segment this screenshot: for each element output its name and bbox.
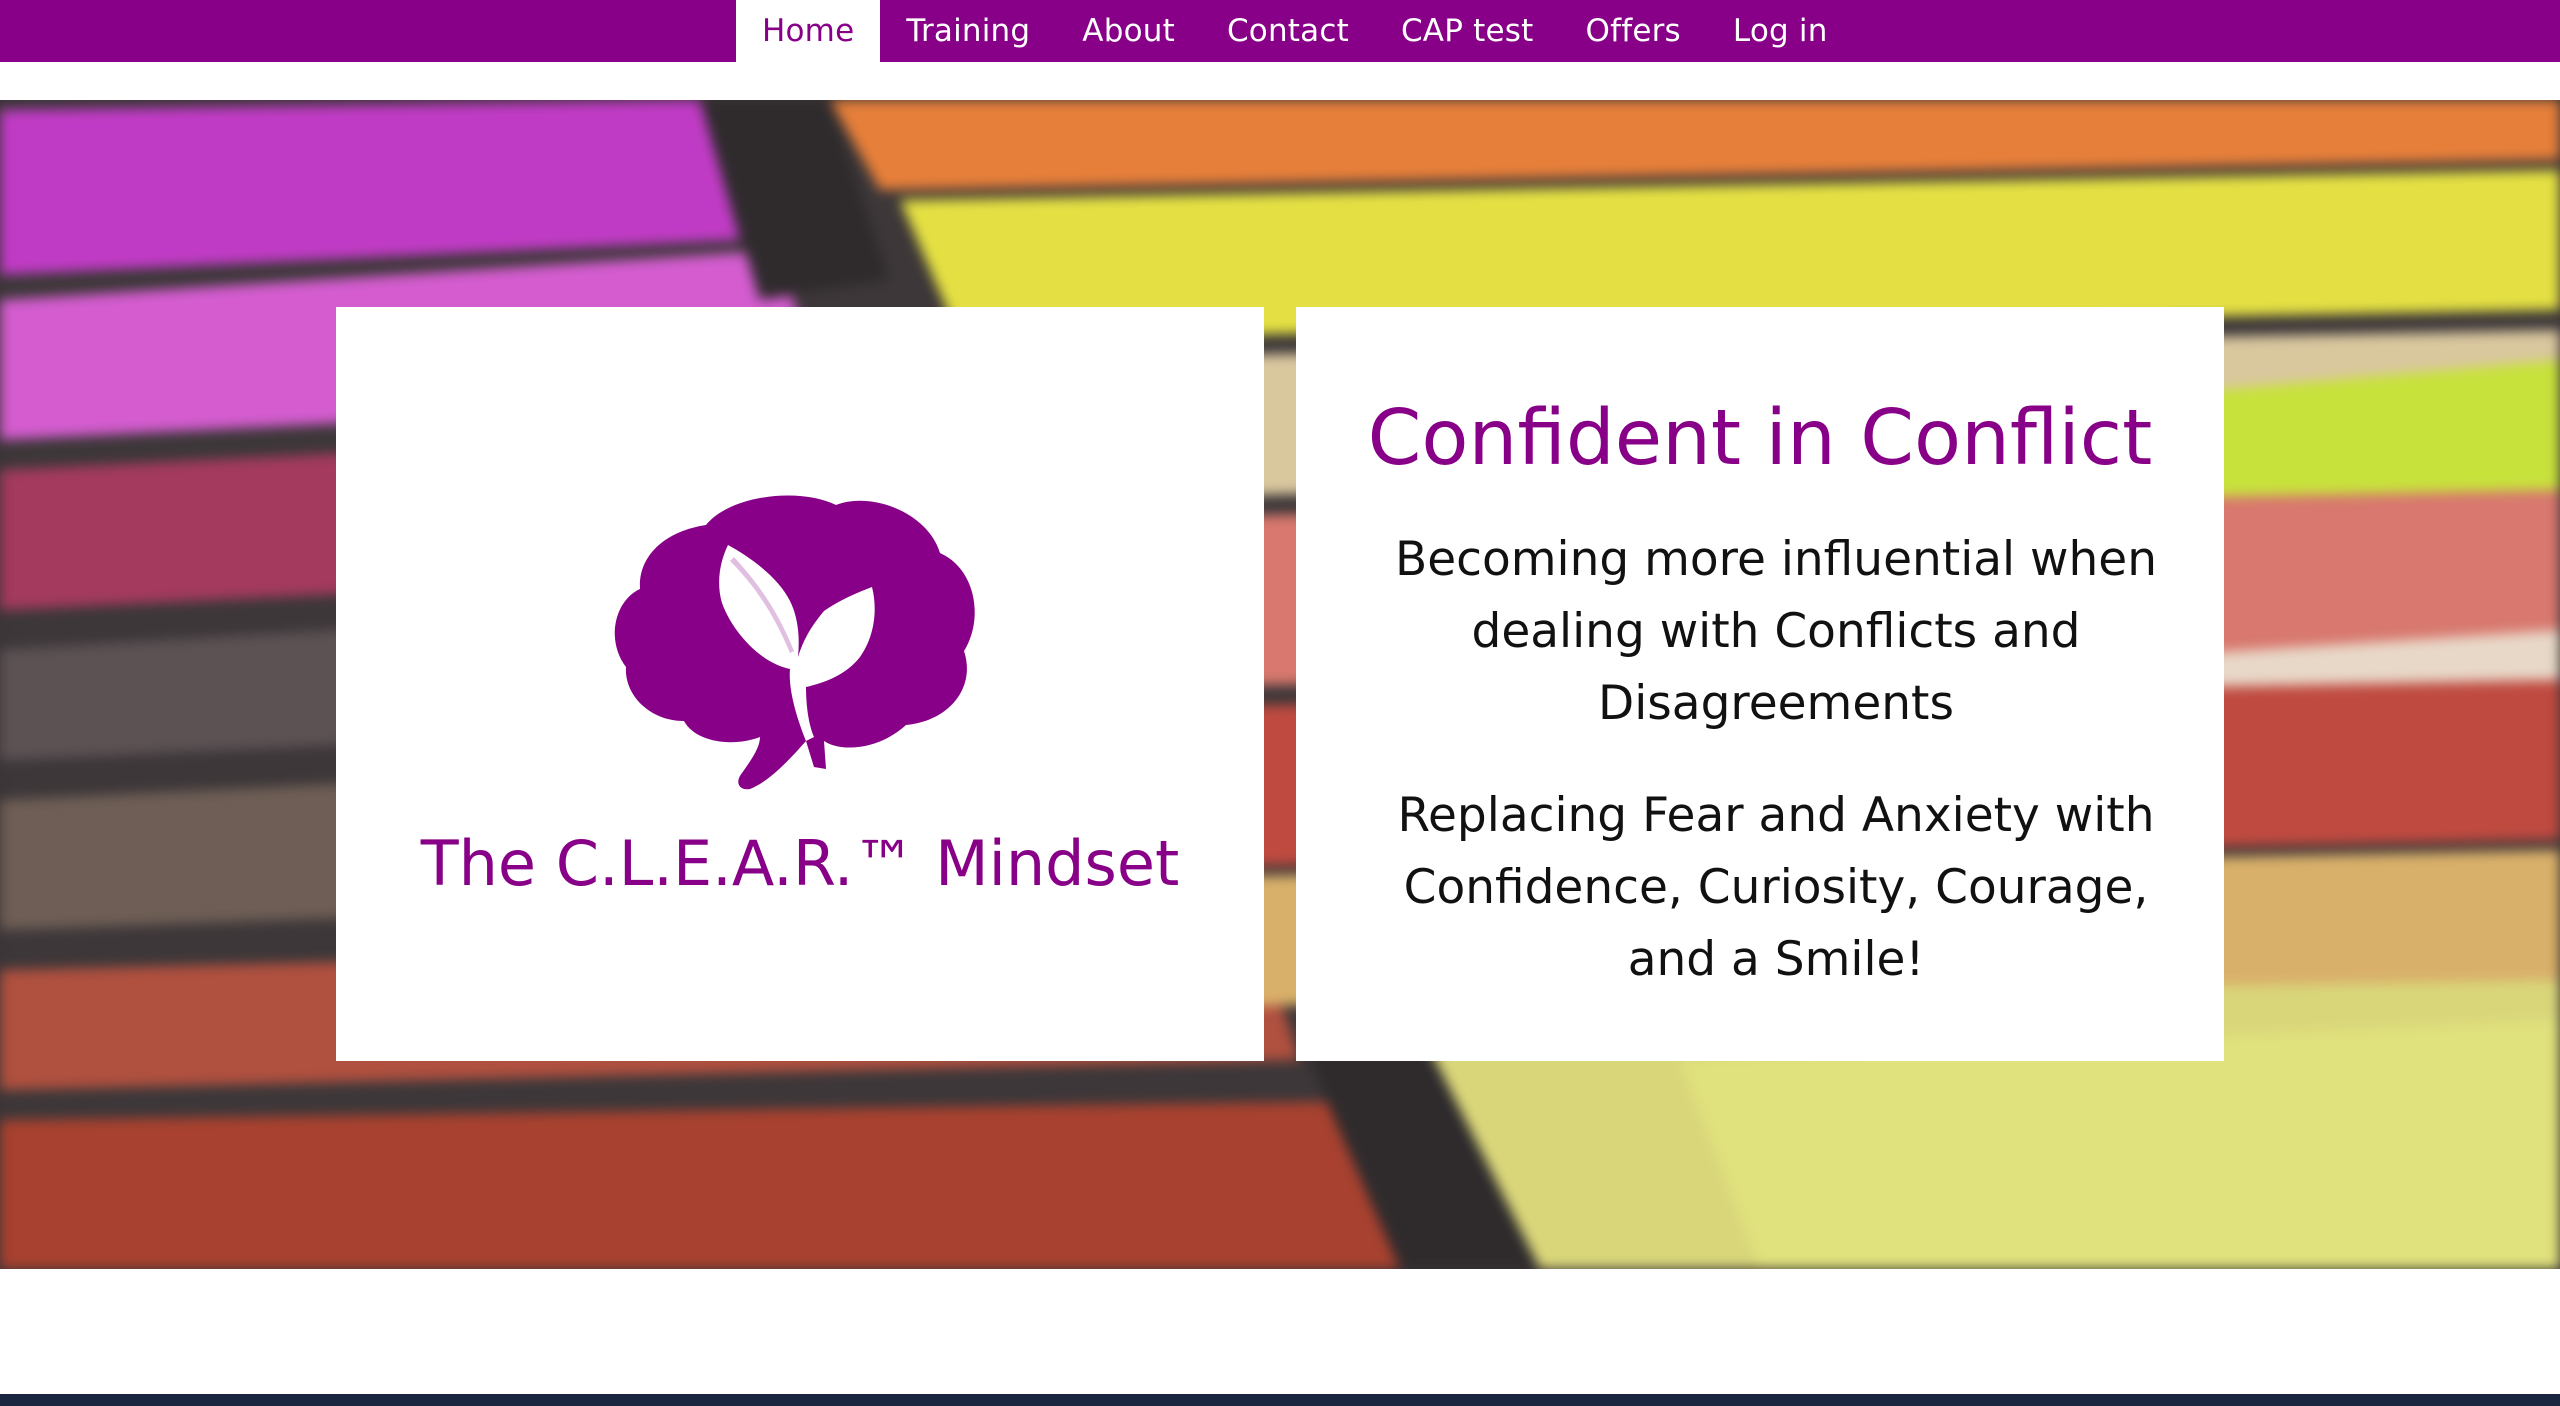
nav-item-training[interactable]: Training [880, 0, 1056, 62]
next-section-edge [0, 1394, 2560, 1406]
hero-section: The C.L.E.A.R.™ Mindset Confident in Con… [0, 100, 2560, 1269]
nav-item-log-in[interactable]: Log in [1707, 0, 1854, 62]
nav-item-about[interactable]: About [1056, 0, 1201, 62]
nav-item-home[interactable]: Home [736, 0, 881, 62]
nav-item-offers[interactable]: Offers [1560, 0, 1707, 62]
conflict-title: Confident in Conflict [1367, 394, 2153, 483]
mindset-title: The C.L.E.A.R.™ Mindset [420, 827, 1180, 900]
nav-item-cap-test[interactable]: CAP test [1375, 0, 1560, 62]
conflict-panel: Confident in Conflict Becoming more infl… [1296, 307, 2224, 1061]
brain-with-sprout-icon [614, 495, 975, 790]
tagline-influence: Becoming more influential when dealing w… [1394, 532, 2157, 731]
nav-menu: Home Training About Contact CAP test Off… [736, 0, 1854, 62]
tagline-confidence: Replacing Fear and Anxiety with Confiden… [1397, 788, 2155, 987]
mindset-panel: The C.L.E.A.R.™ Mindset [336, 307, 1264, 1061]
nav-item-contact[interactable]: Contact [1201, 0, 1375, 62]
top-nav: Home Training About Contact CAP test Off… [0, 0, 2560, 62]
